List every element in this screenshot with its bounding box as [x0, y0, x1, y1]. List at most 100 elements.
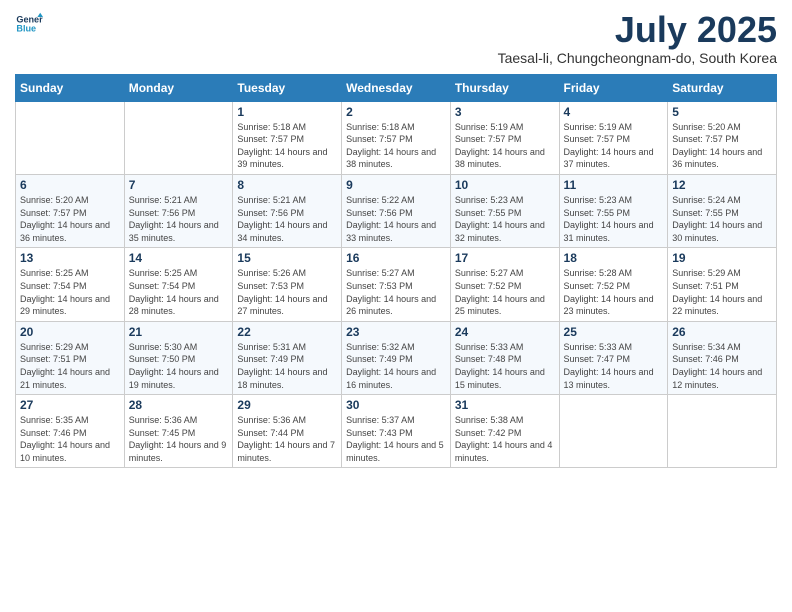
calendar-cell: 13 Sunrise: 5:25 AMSunset: 7:54 PMDayligh… [16, 248, 125, 321]
calendar-cell: 14 Sunrise: 5:25 AMSunset: 7:54 PMDayligh… [124, 248, 233, 321]
day-number: 10 [455, 178, 555, 192]
calendar-cell: 4 Sunrise: 5:19 AMSunset: 7:57 PMDaylight… [559, 101, 668, 174]
day-number: 12 [672, 178, 772, 192]
day-number: 28 [129, 398, 229, 412]
logo-icon: General Blue [15, 10, 43, 38]
cell-info: Sunrise: 5:36 AMSunset: 7:44 PMDaylight:… [237, 414, 337, 464]
weekday-header-cell: Thursday [450, 74, 559, 101]
day-number: 22 [237, 325, 337, 339]
calendar-cell: 3 Sunrise: 5:19 AMSunset: 7:57 PMDaylight… [450, 101, 559, 174]
cell-info: Sunrise: 5:29 AMSunset: 7:51 PMDaylight:… [672, 267, 772, 317]
day-number: 27 [20, 398, 120, 412]
cell-info: Sunrise: 5:34 AMSunset: 7:46 PMDaylight:… [672, 341, 772, 391]
cell-info: Sunrise: 5:30 AMSunset: 7:50 PMDaylight:… [129, 341, 229, 391]
day-number: 5 [672, 105, 772, 119]
day-number: 19 [672, 251, 772, 265]
weekday-header-row: SundayMondayTuesdayWednesdayThursdayFrid… [16, 74, 777, 101]
day-number: 20 [20, 325, 120, 339]
calendar-cell: 5 Sunrise: 5:20 AMSunset: 7:57 PMDaylight… [668, 101, 777, 174]
calendar-cell: 25Sunrise: 5:33 AMSunset: 7:47 PMDayligh… [559, 321, 668, 394]
weekday-header-cell: Friday [559, 74, 668, 101]
cell-info: Sunrise: 5:23 AMSunset: 7:55 PMDaylight:… [455, 194, 555, 244]
calendar-cell: 9Sunrise: 5:22 AMSunset: 7:56 PMDaylight… [342, 174, 451, 247]
calendar-cell: 11 Sunrise: 5:23 AMSunset: 7:55 PMDayligh… [559, 174, 668, 247]
calendar-cell [668, 395, 777, 468]
month-year-title: July 2025 [498, 10, 777, 50]
day-number: 24 [455, 325, 555, 339]
location-subtitle: Taesal-li, Chungcheongnam-do, South Kore… [498, 50, 777, 66]
cell-info: Sunrise: 5:20 AMSunset: 7:57 PMDaylight:… [20, 194, 120, 244]
cell-info: Sunrise: 5:19 AMSunset: 7:57 PMDaylight:… [564, 121, 664, 171]
calendar-cell: 18 Sunrise: 5:28 AMSunset: 7:52 PMDayligh… [559, 248, 668, 321]
calendar-cell: 7 Sunrise: 5:21 AMSunset: 7:56 PMDaylight… [124, 174, 233, 247]
day-number: 13 [20, 251, 120, 265]
calendar-cell: 19 Sunrise: 5:29 AMSunset: 7:51 PMDayligh… [668, 248, 777, 321]
cell-info: Sunrise: 5:25 AMSunset: 7:54 PMDaylight:… [129, 267, 229, 317]
calendar-cell [16, 101, 125, 174]
day-number: 26 [672, 325, 772, 339]
cell-info: Sunrise: 5:31 AMSunset: 7:49 PMDaylight:… [237, 341, 337, 391]
cell-info: Sunrise: 5:25 AMSunset: 7:54 PMDaylight:… [20, 267, 120, 317]
cell-info: Sunrise: 5:18 AMSunset: 7:57 PMDaylight:… [346, 121, 446, 171]
calendar-cell: 24Sunrise: 5:33 AMSunset: 7:48 PMDayligh… [450, 321, 559, 394]
calendar-cell: 10 Sunrise: 5:23 AMSunset: 7:55 PMDayligh… [450, 174, 559, 247]
cell-info: Sunrise: 5:23 AMSunset: 7:55 PMDaylight:… [564, 194, 664, 244]
calendar-cell: 12 Sunrise: 5:24 AMSunset: 7:55 PMDayligh… [668, 174, 777, 247]
cell-info: Sunrise: 5:21 AMSunset: 7:56 PMDaylight:… [129, 194, 229, 244]
day-number: 8 [237, 178, 337, 192]
calendar-cell: 17 Sunrise: 5:27 AMSunset: 7:52 PMDayligh… [450, 248, 559, 321]
calendar-cell: 29 Sunrise: 5:36 AMSunset: 7:44 PMDayligh… [233, 395, 342, 468]
cell-info: Sunrise: 5:24 AMSunset: 7:55 PMDaylight:… [672, 194, 772, 244]
day-number: 1 [237, 105, 337, 119]
weekday-header-cell: Sunday [16, 74, 125, 101]
calendar-cell: 21 Sunrise: 5:30 AMSunset: 7:50 PMDayligh… [124, 321, 233, 394]
day-number: 25 [564, 325, 664, 339]
day-number: 17 [455, 251, 555, 265]
calendar-cell: 15Sunrise: 5:26 AMSunset: 7:53 PMDayligh… [233, 248, 342, 321]
calendar-week-row: 6 Sunrise: 5:20 AMSunset: 7:57 PMDaylight… [16, 174, 777, 247]
calendar-cell [559, 395, 668, 468]
day-number: 21 [129, 325, 229, 339]
calendar-cell: 28Sunrise: 5:36 AMSunset: 7:45 PMDayligh… [124, 395, 233, 468]
cell-info: Sunrise: 5:27 AMSunset: 7:53 PMDaylight:… [346, 267, 446, 317]
cell-info: Sunrise: 5:18 AMSunset: 7:57 PMDaylight:… [237, 121, 337, 171]
day-number: 15 [237, 251, 337, 265]
weekday-header-cell: Monday [124, 74, 233, 101]
day-number: 6 [20, 178, 120, 192]
calendar-cell: 22 Sunrise: 5:31 AMSunset: 7:49 PMDayligh… [233, 321, 342, 394]
calendar-week-row: 27 Sunrise: 5:35 AMSunset: 7:46 PMDayligh… [16, 395, 777, 468]
calendar-cell: 26 Sunrise: 5:34 AMSunset: 7:46 PMDayligh… [668, 321, 777, 394]
day-number: 14 [129, 251, 229, 265]
cell-info: Sunrise: 5:32 AMSunset: 7:49 PMDaylight:… [346, 341, 446, 391]
calendar-body: 1 Sunrise: 5:18 AMSunset: 7:57 PMDaylight… [16, 101, 777, 468]
calendar-week-row: 13 Sunrise: 5:25 AMSunset: 7:54 PMDayligh… [16, 248, 777, 321]
cell-info: Sunrise: 5:28 AMSunset: 7:52 PMDaylight:… [564, 267, 664, 317]
calendar-cell: 20Sunrise: 5:29 AMSunset: 7:51 PMDayligh… [16, 321, 125, 394]
page-header: General Blue July 2025 Taesal-li, Chungc… [15, 10, 777, 66]
day-number: 23 [346, 325, 446, 339]
cell-info: Sunrise: 5:35 AMSunset: 7:46 PMDaylight:… [20, 414, 120, 464]
calendar-cell: 30Sunrise: 5:37 AMSunset: 7:43 PMDayligh… [342, 395, 451, 468]
calendar-cell: 6 Sunrise: 5:20 AMSunset: 7:57 PMDaylight… [16, 174, 125, 247]
day-number: 18 [564, 251, 664, 265]
weekday-header-cell: Saturday [668, 74, 777, 101]
day-number: 7 [129, 178, 229, 192]
calendar-cell: 8Sunrise: 5:21 AMSunset: 7:56 PMDaylight… [233, 174, 342, 247]
cell-info: Sunrise: 5:19 AMSunset: 7:57 PMDaylight:… [455, 121, 555, 171]
day-number: 29 [237, 398, 337, 412]
day-number: 31 [455, 398, 555, 412]
day-number: 16 [346, 251, 446, 265]
cell-info: Sunrise: 5:37 AMSunset: 7:43 PMDaylight:… [346, 414, 446, 464]
day-number: 11 [564, 178, 664, 192]
calendar-cell [124, 101, 233, 174]
day-number: 4 [564, 105, 664, 119]
cell-info: Sunrise: 5:20 AMSunset: 7:57 PMDaylight:… [672, 121, 772, 171]
svg-text:Blue: Blue [16, 24, 36, 34]
weekday-header-cell: Tuesday [233, 74, 342, 101]
calendar-cell: 2Sunrise: 5:18 AMSunset: 7:57 PMDaylight… [342, 101, 451, 174]
day-number: 9 [346, 178, 446, 192]
calendar-week-row: 1 Sunrise: 5:18 AMSunset: 7:57 PMDaylight… [16, 101, 777, 174]
day-number: 3 [455, 105, 555, 119]
logo: General Blue [15, 10, 43, 38]
cell-info: Sunrise: 5:27 AMSunset: 7:52 PMDaylight:… [455, 267, 555, 317]
